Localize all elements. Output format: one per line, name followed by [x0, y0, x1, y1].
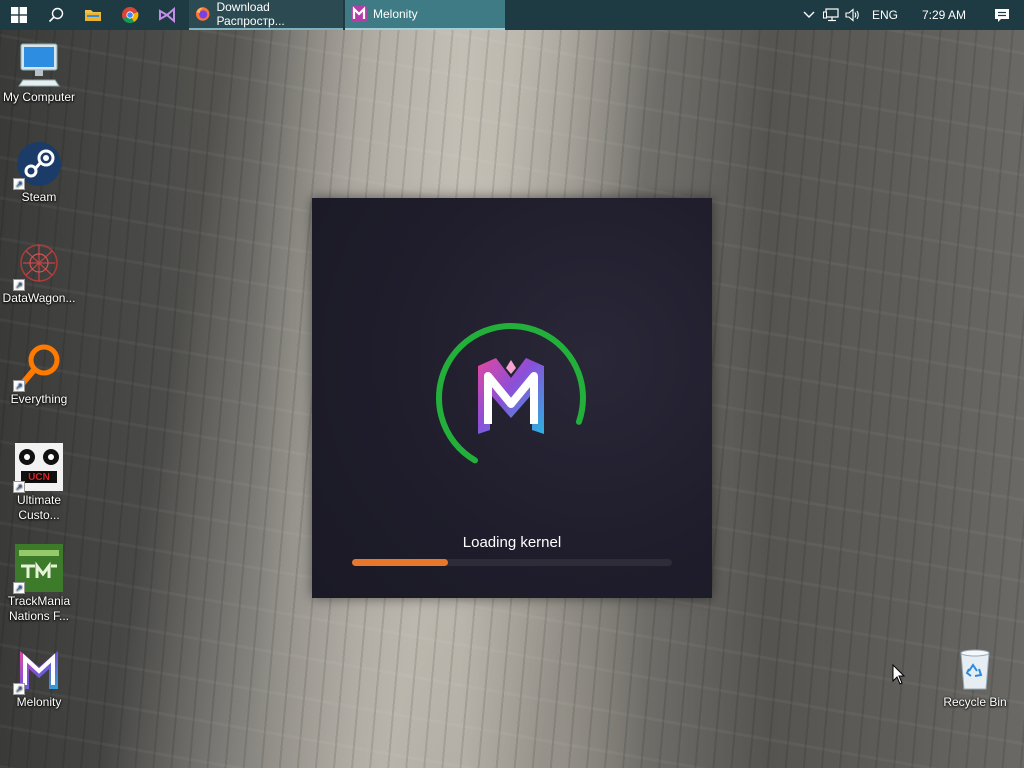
clock[interactable]: 7:29 AM — [908, 8, 980, 22]
desktop-icon-recycle-bin[interactable]: Recycle Bin — [936, 645, 1014, 710]
file-explorer-button[interactable] — [74, 0, 111, 30]
melonity-loader-window: Loading kernel — [312, 198, 712, 598]
taskbar-item-firefox[interactable]: Download Распростр... — [189, 0, 343, 30]
notification-icon — [995, 8, 1009, 22]
desktop-icon-ucn[interactable]: UCN ↗ Ultimate Custo... — [0, 443, 78, 523]
desktop-icon-label: DataWagon... — [2, 291, 76, 305]
taskbar-item-melonity[interactable]: Melonity — [345, 0, 505, 30]
melonity-icon — [351, 6, 367, 22]
desktop-icon-steam[interactable]: ↗ Steam — [0, 140, 78, 205]
firefox-icon — [195, 7, 210, 21]
desktop-icon-datawagon[interactable]: ↗ DataWagon... — [0, 241, 78, 306]
action-center-button[interactable] — [980, 8, 1024, 23]
show-hidden-icons-button[interactable] — [798, 11, 820, 19]
windows-logo-icon — [10, 7, 27, 23]
desktop-icon-label: My Computer — [2, 90, 76, 104]
volume-button[interactable] — [842, 8, 864, 22]
visual-studio-button[interactable] — [148, 0, 185, 30]
network-icon — [822, 8, 839, 22]
desktop-icon-my-computer[interactable]: My Computer — [0, 40, 78, 105]
shortcut-arrow-icon: ↗ — [13, 380, 25, 392]
shortcut-arrow-icon: ↗ — [13, 279, 25, 291]
speaker-icon — [845, 8, 859, 22]
shortcut-arrow-icon: ↗ — [13, 178, 25, 190]
desktop-icon-label: Ultimate Custo... — [16, 493, 61, 522]
language-indicator[interactable]: ENG — [864, 8, 908, 22]
desktop-icon-trackmania[interactable]: ↗ TrackMania Nations F... — [0, 544, 78, 624]
search-icon — [48, 7, 63, 23]
visual-studio-icon — [158, 6, 175, 24]
recycle-bin-icon — [960, 649, 990, 690]
desktop-icon-melonity[interactable]: ↗ Melonity — [0, 645, 78, 710]
taskbar: Download Распростр... Melonity ENG 7:29 … — [0, 0, 1024, 30]
mouse-cursor-icon — [892, 664, 906, 685]
taskbar-item-label: Download Распростр... — [216, 0, 285, 28]
svg-text:UCN: UCN — [28, 472, 50, 483]
shortcut-arrow-icon: ↗ — [13, 582, 25, 594]
chrome-button[interactable] — [111, 0, 148, 30]
desktop-icon-label: Recycle Bin — [943, 695, 1007, 709]
search-button[interactable] — [37, 0, 74, 30]
shortcut-arrow-icon: ↗ — [13, 683, 25, 695]
desktop-icon-label: Everything — [10, 392, 68, 406]
network-button[interactable] — [820, 8, 842, 22]
loading-status-text: Loading kernel — [462, 534, 562, 551]
desktop-icon-label: TrackMania Nations F... — [7, 594, 71, 623]
desktop-icon-label: Melonity — [16, 695, 62, 709]
shortcut-arrow-icon: ↗ — [13, 481, 25, 493]
start-button[interactable] — [0, 0, 37, 30]
loading-progress-bar — [352, 559, 672, 566]
chevron-up-icon — [803, 11, 815, 18]
desktop-icon-everything[interactable]: ↗ Everything — [0, 342, 78, 407]
taskbar-item-label: Melonity — [373, 7, 418, 21]
chrome-icon — [121, 7, 138, 23]
desktop-icon-label: Steam — [21, 190, 57, 204]
system-tray: ENG 7:29 AM — [798, 0, 1024, 30]
computer-icon — [18, 43, 60, 87]
melonity-logo-icon — [478, 358, 544, 434]
folder-icon — [84, 10, 101, 21]
loading-progress-fill — [352, 559, 448, 566]
